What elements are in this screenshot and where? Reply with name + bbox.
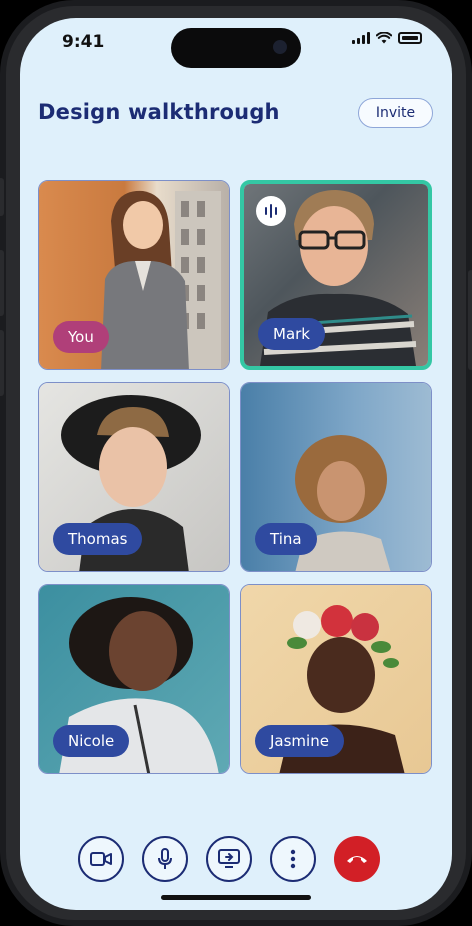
signal-icon — [352, 32, 370, 44]
page-title: Design walkthrough — [38, 100, 280, 124]
participant-tile-you[interactable]: You — [38, 180, 230, 370]
phone-frame: 9:41 Design walkthrough Invite You Mark … — [0, 0, 472, 926]
participant-name: Mark — [258, 318, 325, 350]
volume-down-button — [0, 330, 4, 396]
screen-share-button[interactable] — [206, 836, 252, 882]
call-controls — [78, 836, 380, 882]
participant-tile-jasmine[interactable]: Jasmine — [240, 584, 432, 774]
participant-name: Tina — [255, 523, 317, 555]
more-options-button[interactable] — [270, 836, 316, 882]
microphone-icon — [158, 848, 172, 869]
participant-name: Thomas — [53, 523, 143, 555]
volume-up-button — [0, 250, 4, 316]
screen: 9:41 Design walkthrough Invite You Mark … — [20, 18, 452, 910]
participant-tile-nicole[interactable]: Nicole — [38, 584, 230, 774]
front-camera-icon — [273, 40, 287, 54]
side-button — [0, 178, 4, 216]
end-call-icon — [347, 856, 367, 863]
speaking-indicator-icon — [256, 196, 286, 226]
participant-name: Nicole — [53, 725, 130, 757]
participant-name: You — [53, 321, 109, 353]
dynamic-island — [171, 28, 301, 68]
participant-tile-thomas[interactable]: Thomas — [38, 382, 230, 572]
screen-share-icon — [218, 849, 240, 868]
home-indicator[interactable] — [161, 895, 311, 900]
status-icons — [352, 32, 422, 44]
participant-tile-mark[interactable]: Mark — [240, 180, 432, 370]
power-button — [468, 270, 472, 370]
more-vertical-icon — [290, 849, 296, 869]
participant-tile-tina[interactable]: Tina — [240, 382, 432, 572]
battery-icon — [398, 32, 422, 44]
invite-button[interactable]: Invite — [358, 98, 433, 128]
participant-name: Jasmine — [255, 725, 344, 757]
wifi-icon — [376, 32, 392, 44]
status-time: 9:41 — [62, 32, 105, 52]
video-camera-icon — [90, 852, 112, 866]
end-call-button[interactable] — [334, 836, 380, 882]
video-toggle-button[interactable] — [78, 836, 124, 882]
microphone-toggle-button[interactable] — [142, 836, 188, 882]
